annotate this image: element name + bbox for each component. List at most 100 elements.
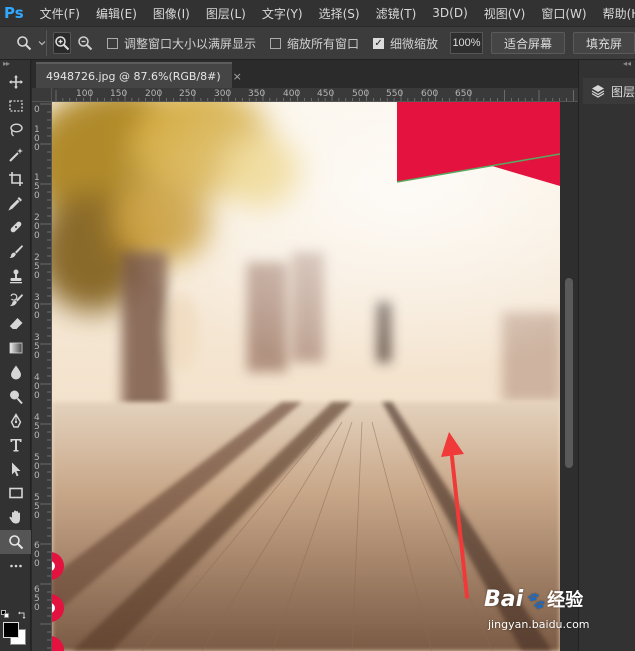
ruler-label: 600 bbox=[421, 89, 439, 99]
layers-panel-button[interactable]: 图层 bbox=[583, 78, 635, 104]
brush-icon bbox=[9, 245, 23, 259]
hand-icon bbox=[8, 510, 20, 524]
canvas-image[interactable] bbox=[52, 102, 560, 651]
document-tab[interactable]: 4948726.jpg @ 87.6%(RGB/8#) × bbox=[36, 62, 242, 88]
document-tab-bar: 4948726.jpg @ 87.6%(RGB/8#) × bbox=[32, 60, 578, 88]
foreground-color-swatch[interactable] bbox=[3, 622, 19, 638]
ruler-label: 200 bbox=[145, 89, 163, 99]
crop-icon bbox=[8, 171, 23, 186]
menu-help[interactable]: 帮助(H) bbox=[595, 5, 635, 22]
vertical-scrollbar[interactable] bbox=[560, 102, 578, 651]
layers-icon bbox=[591, 85, 605, 98]
zoom-in-button[interactable] bbox=[53, 32, 71, 54]
tool-preset-picker[interactable] bbox=[0, 30, 47, 56]
ruler-label: 5 5 0 bbox=[34, 493, 40, 521]
right-panel-dock: ◂◂ 图层 bbox=[578, 60, 635, 651]
fill-screen-button[interactable]: 填充屏 bbox=[572, 32, 635, 54]
blur-tool[interactable] bbox=[0, 360, 31, 384]
marquee-tool[interactable] bbox=[0, 94, 31, 118]
ruler-label: 4 5 0 bbox=[34, 413, 40, 441]
zoom-all-windows-label: 缩放所有窗口 bbox=[287, 36, 360, 51]
rectangle-shape-icon bbox=[8, 487, 23, 499]
scrubby-zoom-checkbox[interactable]: ✓ bbox=[373, 37, 385, 49]
horizontal-ruler[interactable]: 100 150 200 250 300 350 400 450 500 550 … bbox=[52, 88, 578, 102]
menu-image[interactable]: 图像(I) bbox=[145, 5, 198, 22]
fit-screen-button[interactable]: 适合屏幕 bbox=[490, 32, 565, 54]
panel-collapse-grip[interactable]: ◂◂ bbox=[579, 60, 635, 70]
type-tool[interactable] bbox=[0, 433, 31, 457]
lasso-tool[interactable] bbox=[0, 118, 31, 142]
resize-windows-checkbox[interactable] bbox=[107, 37, 118, 49]
eraser-tool[interactable] bbox=[0, 312, 31, 336]
ruler-label: 6 0 0 bbox=[34, 541, 40, 569]
vertical-ruler[interactable]: 0 1 0 0 1 5 0 2 0 0 2 5 0 3 0 0 3 5 0 4 … bbox=[32, 102, 52, 651]
clone-stamp-tool[interactable] bbox=[0, 264, 31, 288]
watermark-url: jingyan.baidu.com bbox=[488, 618, 590, 631]
ruler-label: 350 bbox=[248, 89, 266, 99]
zoom-all-windows-option[interactable]: 缩放所有窗口 bbox=[270, 35, 359, 52]
gradient-tool[interactable] bbox=[0, 336, 31, 360]
zoom-all-windows-checkbox[interactable] bbox=[270, 37, 282, 49]
more-tools[interactable] bbox=[0, 554, 31, 578]
menu-file[interactable]: 文件(F) bbox=[32, 5, 88, 22]
lasso-icon bbox=[9, 123, 23, 138]
zoom-tool-icon bbox=[17, 36, 32, 51]
tools-panel: ▸▸ bbox=[0, 60, 31, 651]
ruler-label: 300 bbox=[214, 89, 232, 99]
magic-wand-icon bbox=[8, 147, 23, 162]
scrubby-zoom-option[interactable]: ✓ 细微缩放 bbox=[373, 35, 438, 52]
document-tab-title: 4948726.jpg @ 87.6%(RGB/8#) bbox=[46, 69, 221, 83]
dodge-tool[interactable] bbox=[0, 384, 31, 408]
path-selection-tool[interactable] bbox=[0, 457, 31, 481]
pen-tool[interactable] bbox=[0, 409, 31, 433]
rectangle-tool[interactable] bbox=[0, 481, 31, 505]
ruler-label: 400 bbox=[283, 89, 301, 99]
zoom-in-icon bbox=[55, 36, 70, 51]
type-icon bbox=[10, 438, 21, 452]
history-brush-tool[interactable] bbox=[0, 288, 31, 312]
magnifier-icon bbox=[8, 534, 23, 549]
scrollbar-thumb[interactable] bbox=[565, 278, 573, 468]
eyedropper-icon bbox=[7, 197, 22, 211]
menu-type[interactable]: 文字(Y) bbox=[254, 5, 311, 22]
menu-view[interactable]: 视图(V) bbox=[476, 5, 534, 22]
ruler-origin[interactable] bbox=[32, 88, 52, 102]
ruler-label: 0 bbox=[34, 105, 40, 115]
zoom-out-icon bbox=[78, 36, 93, 51]
photo-wooden-boardwalk bbox=[52, 102, 560, 651]
stamp-icon bbox=[9, 269, 22, 283]
menu-filter[interactable]: 滤镜(T) bbox=[368, 5, 425, 22]
move-icon bbox=[8, 75, 23, 90]
panel-collapse-grip[interactable]: ▸▸ bbox=[0, 60, 30, 70]
resize-windows-option[interactable]: 调整窗口大小以满屏显示 bbox=[107, 35, 256, 52]
crop-tool[interactable] bbox=[0, 167, 31, 191]
move-tool[interactable] bbox=[0, 70, 31, 94]
menu-window[interactable]: 窗口(W) bbox=[533, 5, 594, 22]
ruler-label: 2 5 0 bbox=[34, 253, 40, 281]
ruler-label: 3 0 0 bbox=[34, 293, 40, 321]
eyedropper-tool[interactable] bbox=[0, 191, 31, 215]
bandage-icon bbox=[10, 221, 21, 233]
scrubby-zoom-label: 细微缩放 bbox=[390, 36, 439, 51]
photoshop-logo: Ps bbox=[4, 4, 24, 22]
zoom-tool[interactable] bbox=[0, 529, 31, 554]
healing-brush-tool[interactable] bbox=[0, 215, 31, 239]
document-area: 4948726.jpg @ 87.6%(RGB/8#) × 100 150 20… bbox=[32, 60, 578, 651]
menu-layer[interactable]: 图层(L) bbox=[198, 5, 254, 22]
zoom-percent-button[interactable]: 100% bbox=[450, 32, 483, 54]
ruler-label: 1 0 0 bbox=[34, 125, 40, 153]
menu-select[interactable]: 选择(S) bbox=[311, 5, 368, 22]
hand-tool[interactable] bbox=[0, 505, 31, 529]
brush-tool[interactable] bbox=[0, 239, 31, 263]
swap-colors-icon[interactable] bbox=[17, 610, 27, 620]
horizontal-ruler-ticks bbox=[55, 90, 574, 101]
zoom-out-button[interactable] bbox=[77, 32, 93, 54]
quick-selection-tool[interactable] bbox=[0, 143, 31, 167]
default-colors-icon[interactable] bbox=[1, 610, 11, 620]
resize-windows-label: 调整窗口大小以满屏显示 bbox=[124, 36, 257, 51]
eraser-icon bbox=[8, 317, 22, 330]
menu-edit[interactable]: 编辑(E) bbox=[88, 5, 145, 22]
ruler-label: 1 5 0 bbox=[34, 173, 40, 201]
menu-3d[interactable]: 3D(D) bbox=[424, 6, 475, 20]
close-icon[interactable]: × bbox=[233, 70, 242, 83]
